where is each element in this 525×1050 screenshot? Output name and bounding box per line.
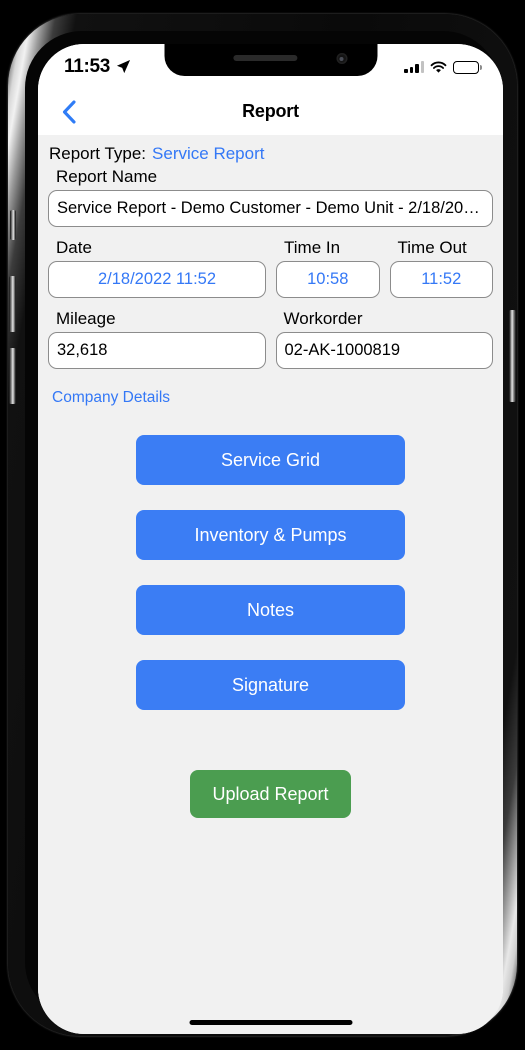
time-out-label: Time Out [397,238,467,257]
back-button[interactable] [47,88,91,135]
report-name-group: Report Name Service Report - Demo Custom… [48,166,493,227]
time-in-value: 10:58 [307,270,349,288]
chevron-left-icon [62,99,76,124]
notes-button[interactable]: Notes [136,585,405,635]
report-type-label: Report Type: [49,144,147,163]
date-input[interactable]: 2/18/2022 11:52 [48,261,266,298]
action-buttons: Service Grid Inventory & Pumps Notes Sig… [48,435,493,818]
workorder-value: 02-AK-1000819 [284,341,401,359]
report-type-row: Report Type: Service Report [48,135,493,166]
date-label: Date [56,238,92,257]
cellular-signal-icon [404,61,424,73]
time-in-label: Time In [284,238,341,257]
service-grid-button[interactable]: Service Grid [136,435,405,485]
signature-button[interactable]: Signature [136,660,405,710]
location-arrow-icon [116,59,131,73]
date-time-row: Date 2/18/2022 11:52 Time In 10:58 Time … [48,237,493,298]
volume-up-button[interactable] [9,276,16,332]
navigation-bar: Report [38,88,503,135]
wifi-icon [430,61,447,73]
time-out-group: Time Out 11:52 [389,237,493,298]
phone-screen: 11:53 Report Report Type: Service Report… [38,44,503,1034]
date-value: 2/18/2022 11:52 [97,270,217,288]
mileage-input[interactable]: 32,618 [48,332,266,369]
volume-down-button[interactable] [9,348,16,404]
mileage-label: Mileage [56,309,116,328]
mileage-workorder-row: Mileage 32,618 Workorder 02-AK-1000819 [48,308,493,369]
time-out-value: 11:52 [421,270,462,288]
inventory-pumps-button[interactable]: Inventory & Pumps [136,510,405,560]
report-name-label: Report Name [56,167,158,186]
page-title: Report [242,101,299,121]
front-camera-icon [336,53,347,64]
status-bar-clock: 11:53 [64,56,111,77]
battery-full-icon [453,60,482,74]
report-type-value[interactable]: Service Report [152,144,264,164]
upload-report-button[interactable]: Upload Report [190,770,351,818]
status-bar-left: 11:53 [64,54,131,78]
workorder-group: Workorder 02-AK-1000819 [275,308,493,369]
time-in-input[interactable]: 10:58 [276,261,380,298]
device-notch [164,44,377,76]
mileage-value: 32,618 [57,341,108,359]
report-name-value: Service Report - Demo Customer - Demo Un… [57,199,484,217]
status-bar-right [404,59,482,74]
date-group: Date 2/18/2022 11:52 [48,237,266,298]
company-details-link[interactable]: Company Details [48,379,170,407]
workorder-label: Workorder [283,309,363,328]
home-indicator[interactable] [189,1019,352,1025]
phone-frame: 11:53 Report Report Type: Service Report… [8,14,517,1036]
mileage-group: Mileage 32,618 [48,308,266,369]
time-out-input[interactable]: 11:52 [389,261,493,298]
workorder-input[interactable]: 02-AK-1000819 [275,332,493,369]
power-side-button[interactable] [509,310,516,402]
mute-switch-button[interactable] [10,210,16,240]
earpiece-speaker-icon [233,55,298,61]
report-form: Report Type: Service Report Report Name … [38,135,503,1034]
report-name-input[interactable]: Service Report - Demo Customer - Demo Un… [48,190,493,227]
time-in-group: Time In 10:58 [276,237,380,298]
